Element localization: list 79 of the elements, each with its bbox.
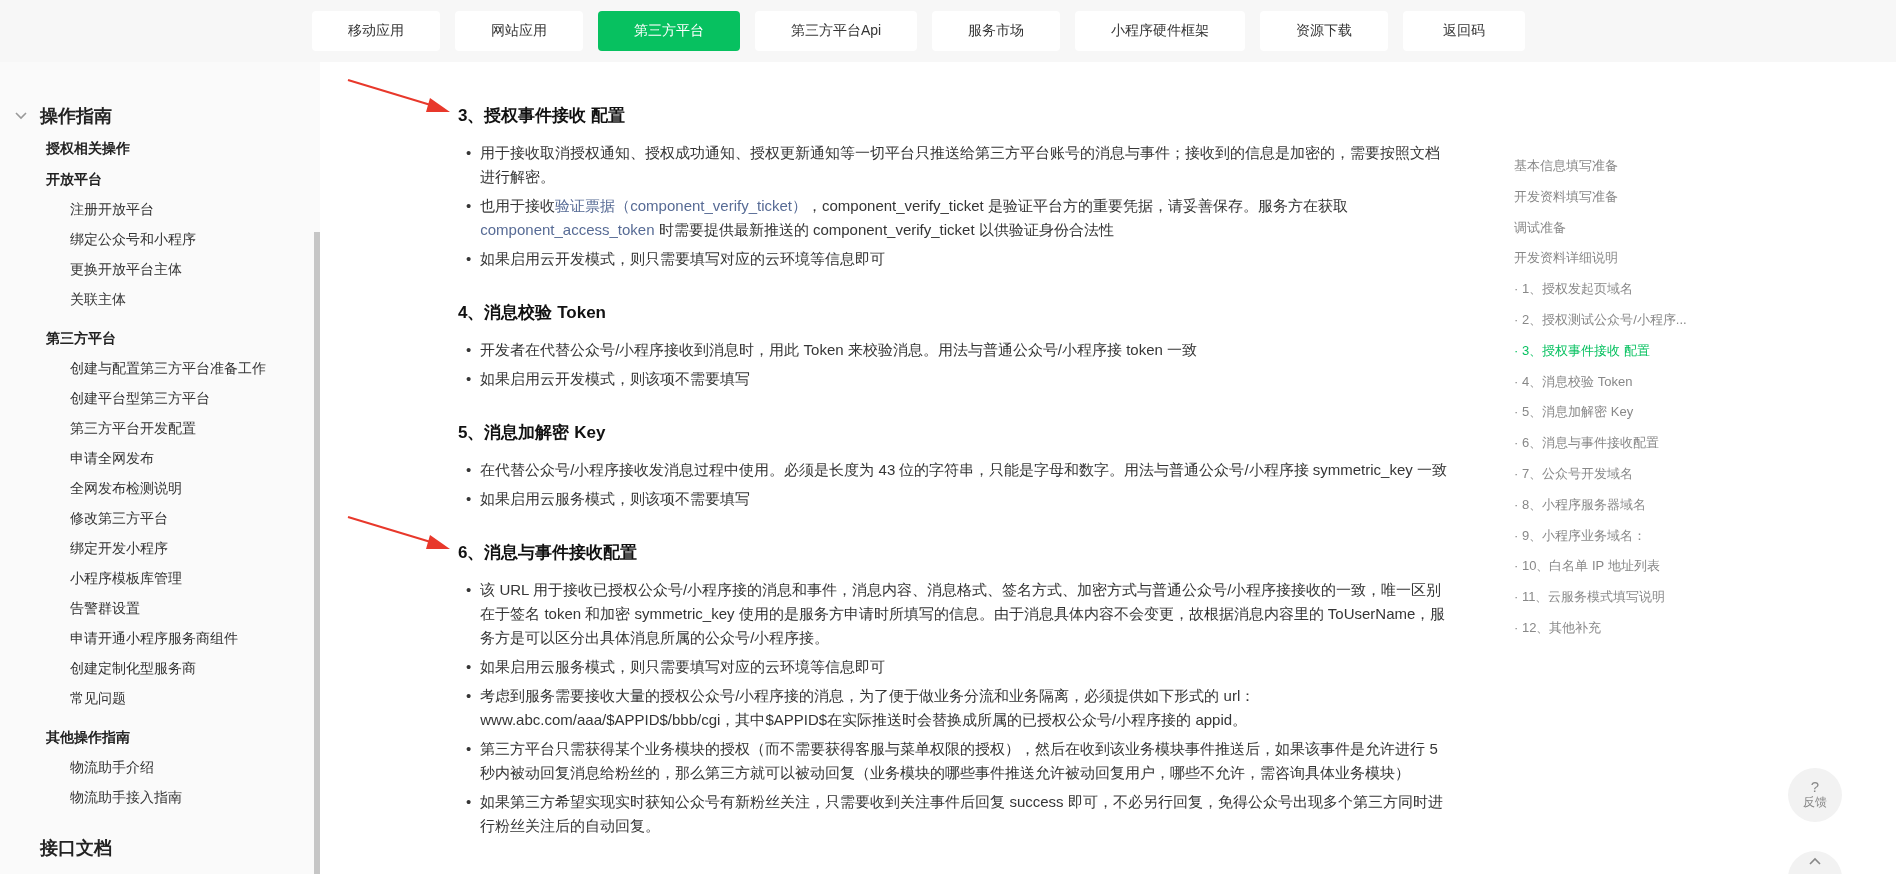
sidebar-section-title[interactable]: 接口文档 <box>0 836 312 860</box>
sidebar-item[interactable]: 物流助手接入指南 <box>0 782 312 812</box>
toc-link[interactable]: · 4、消息校验 Token <box>1514 371 1687 403</box>
sidebar-item[interactable]: 申请开通小程序服务商组件 <box>0 623 312 653</box>
toc-link[interactable]: · 11、云服务模式填写说明 <box>1514 587 1687 618</box>
bullet-paragraph: 用于接收取消授权通知、授权成功通知、授权更新通知等一切平台只推送给第三方平台账号的消息与事件；接收到的信息是加密的，需要按照文档进行解密。 <box>480 143 1442 187</box>
toc-link[interactable]: 开发资料详细说明 <box>1514 248 1687 280</box>
sidebar-item[interactable]: 第三方平台开发配置 <box>0 413 312 443</box>
bullet-paragraph: 如果启用云开发模式，则该项不需要填写 <box>480 369 751 389</box>
nav-tab[interactable]: 第三方平台Api <box>755 11 918 51</box>
sidebar-item[interactable]: 绑定公众号和小程序 <box>0 224 312 254</box>
text-link[interactable]: 验证票据（component_verify_ticket） <box>555 197 807 214</box>
sidebar-item[interactable]: 修改第三方平台 <box>0 503 312 533</box>
toc-link[interactable]: · 8、小程序服务器域名 <box>1514 494 1687 526</box>
nav-tab[interactable]: 资源下载 <box>1260 11 1389 51</box>
toc-link[interactable]: · 1、授权发起页域名 <box>1514 279 1687 310</box>
nav-tab[interactable]: 小程序硬件框架 <box>1075 11 1246 51</box>
sidebar-group-title[interactable]: 其他操作指南 <box>0 723 312 752</box>
toc-link[interactable]: · 5、消息加解密 Key <box>1514 402 1687 434</box>
sidebar-group-title[interactable]: 第三方平台 <box>0 324 312 353</box>
bullet-marker: • <box>466 739 472 759</box>
sidebar-item[interactable]: 创建定制化型服务商 <box>0 653 312 683</box>
bullet-marker: • <box>466 143 472 163</box>
text-link[interactable]: component_access_token <box>480 221 655 238</box>
scrollbar[interactable] <box>314 232 320 874</box>
toc-link[interactable]: · 10、白名单 IP 地址列表 <box>1514 556 1687 588</box>
section-heading: 3、授权事件接收 配置 <box>458 104 1448 127</box>
bullet-paragraph: 开发者在代替公众号/小程序接收到消息时，用此 Token 来校验消息。用法与普通公众号/小程序接 token 一致 <box>480 340 1197 360</box>
toc-link[interactable]: 基本信息填写准备 <box>1514 156 1687 187</box>
bullet-marker: • <box>466 657 472 677</box>
nav-tab[interactable]: 网站应用 <box>455 11 583 51</box>
bullet-paragraph: 也用于接收验证票据（component_verify_ticket），component_verify_ticket 是验证平台方的重要凭据，请妥善保存。服务方在获取 component_access_token 时需要提供最新推送的 component_verify_ticket 以供验证身份合法性 <box>480 196 1349 240</box>
bullet-paragraph: 该 URL 用于接收已授权公众号/小程序接的消息和事件，消息内容、消息格式、签名方式、加密方式与普通公众号/小程序接接收的一致，唯一区别在于签名 token 和加密 symmetric_key 使用的是服务方申请时所填写的信息。由于消息具体内容不会变更，故根据消息内容里的 ToUserName，服务方是可以区分出具体消息所属的公众号/小程序接。 <box>480 580 1447 648</box>
section-heading: 4、消息校验 Token <box>458 302 607 324</box>
bullet-marker: • <box>466 369 472 389</box>
toc-link[interactable]: · 6、消息与事件接收配置 <box>1514 433 1687 464</box>
bullet-marker: • <box>466 460 472 480</box>
sidebar-item[interactable]: 创建平台型第三方平台 <box>0 383 312 413</box>
bullet-marker: • <box>466 792 472 812</box>
sidebar-item[interactable]: 小程序模板库管理 <box>0 563 312 593</box>
caret-icon <box>1809 857 1821 865</box>
bullet-paragraph: 在代替公众号/小程序接收发消息过程中使用。必须是长度为 43 位的字符串，只能是字母和数字。用法与普通公众号/小程序接 symmetric_key 一致 <box>480 460 1447 480</box>
bullet-paragraph: 第三方平台只需获得某个业务模块的授权（而不需要获得客服与菜单权限的授权），然后在收到该业务模块事件推送后，如果该事件是允许进行 5 秒内被动回复消息给粉丝的，那么第三方就可以被动回复（业务模块的哪些事件推送允许被动回复用户，哪些不允许，需咨询具体业务模块） <box>480 739 1439 783</box>
sidebar-section-title[interactable]: 操作指南 <box>40 104 112 128</box>
bullet-paragraph: 考虑到服务需要接收大量的授权公众号/小程序接的消息，为了便于做业务分流和业务隔离，必须提供如下形式的 url：www.abc.com/aaa/$APPID$/bbb/cgi，其中$APPID$在实际推送时会替换成所属的已授权公众号/小程序接的 appid。 <box>480 686 1257 730</box>
sidebar-item[interactable]: 创建与配置第三方平台准备工作 <box>0 353 312 383</box>
toc-link[interactable]: · 7、公众号开发域名 <box>1514 463 1687 495</box>
sidebar-item[interactable]: 申请全网发布 <box>0 443 312 473</box>
nav-tab[interactable]: 移动应用 <box>312 11 440 51</box>
bullet-marker: • <box>466 580 472 600</box>
bullet-paragraph: 如果启用云开发模式，则只需要填写对应的云环境等信息即可 <box>480 249 886 269</box>
sidebar-item[interactable]: 绑定开发小程序 <box>0 533 312 563</box>
sidebar-item[interactable]: 更换开放平台主体 <box>0 254 312 284</box>
nav-tab[interactable]: 服务市场 <box>932 11 1061 51</box>
toc-link[interactable]: · 9、小程序业务域名： <box>1514 525 1687 557</box>
sidebar-group-title[interactable]: 开放平台 <box>0 165 312 194</box>
section-heading: 6、消息与事件接收配置 <box>458 541 1448 564</box>
sidebar-item[interactable]: 常见问题 <box>0 683 312 713</box>
bullet-paragraph: 如果第三方希望实现实时获知公众号有新粉丝关注，只需要收到关注事件后回复 success 即可，不必另行回复，免得公众号出现多个第三方同时进行粉丝关注后的自动回复。 <box>480 792 1444 836</box>
sidebar-item[interactable]: 告警群设置 <box>0 593 312 623</box>
sidebar-item[interactable]: 物流助手介绍 <box>0 752 312 782</box>
toc-link[interactable]: 调试准备 <box>1514 217 1687 249</box>
bullet-marker: • <box>466 196 472 216</box>
bullet-paragraph: 如果启用云服务模式，则只需要填写对应的云环境等信息即可 <box>480 657 886 677</box>
section-heading: 5、消息加解密 Key <box>458 422 607 444</box>
bullet-marker: • <box>466 340 472 360</box>
toc-link[interactable]: · 12、其他补充 <box>1514 617 1687 649</box>
sidebar-item[interactable]: 关联主体 <box>0 284 312 314</box>
toc-link[interactable]: 开发资料填写准备 <box>1514 186 1687 218</box>
toc-link[interactable]: · 2、授权测试公众号/小程序... <box>1514 310 1687 341</box>
nav-tab[interactable]: 返回码 <box>1403 11 1526 51</box>
chevron-icon[interactable] <box>14 111 28 121</box>
sidebar-group-title[interactable]: 授权相关操作 <box>0 134 312 163</box>
bullet-marker: • <box>466 489 472 509</box>
bullet-marker: • <box>466 686 472 706</box>
sidebar-item[interactable]: 注册开放平台 <box>0 194 312 224</box>
bullet-marker: • <box>466 249 472 269</box>
sidebar-item[interactable]: 全网发布检测说明 <box>0 473 312 503</box>
bullet-paragraph: 如果启用云服务模式，则该项不需要填写 <box>480 489 751 509</box>
